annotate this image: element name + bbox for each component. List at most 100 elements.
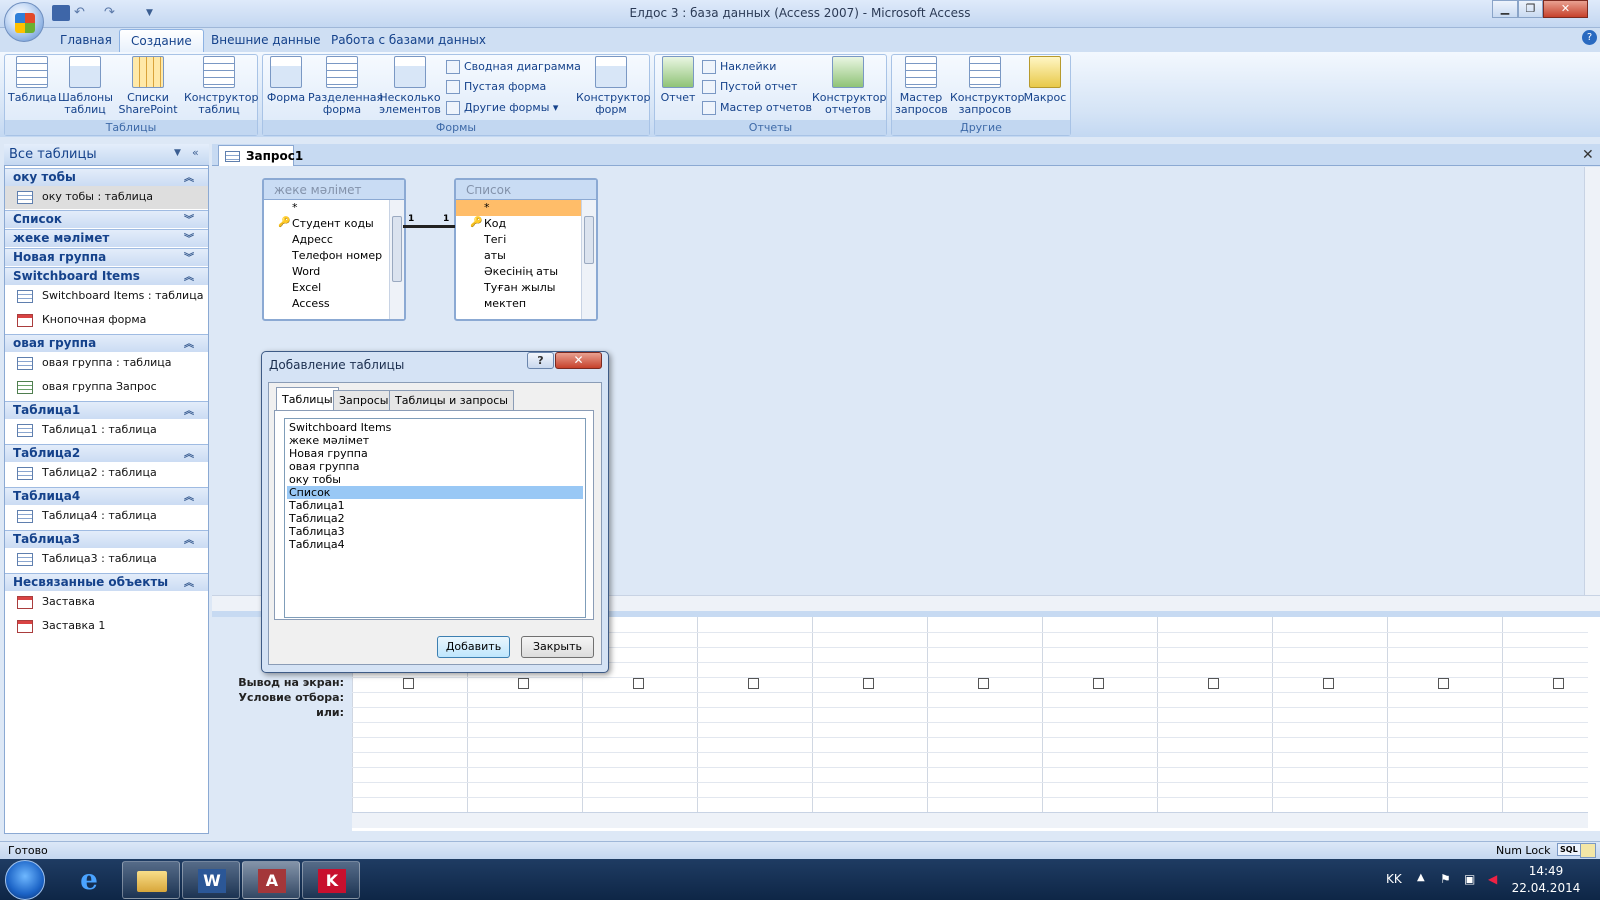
dialog-tab-tables[interactable]: Таблицы [276,387,339,411]
chevron-down-icon[interactable]: ▼ [174,148,181,158]
scroll-thumb[interactable] [392,216,402,282]
upper-pane-vertical-scrollbar[interactable] [1584,167,1600,595]
field-item[interactable]: * [456,200,596,216]
field-item[interactable]: Access [264,296,404,312]
field-item[interactable]: Word [264,264,404,280]
show-hidden-icons-icon[interactable]: ▲ [1417,872,1425,883]
multiple-items-button[interactable]: Несколько элементов [378,56,442,116]
tab-create[interactable]: Создание [119,29,204,52]
volume-muted-icon[interactable]: ◀ [1488,872,1497,886]
dialog-tab-queries[interactable]: Запросы [333,390,395,410]
nav-item[interactable]: Кнопочная форма [5,309,208,332]
nav-item[interactable]: Таблица4 : таблица [5,505,208,528]
internet-explorer-icon[interactable]: e [72,864,106,896]
list-item[interactable]: Таблица2 [287,512,583,525]
labels-button[interactable]: Наклейки [702,58,776,76]
scroll-thumb[interactable] [584,216,594,264]
sql-view-button[interactable]: SQL [1557,843,1581,856]
field-item[interactable]: Әкесінің аты [456,264,596,280]
list-item[interactable]: Таблица1 [287,499,583,512]
report-wizard-button[interactable]: Мастер отчетов [702,99,812,117]
word-taskbar-button[interactable]: W [182,861,240,899]
show-checkbox[interactable] [1323,678,1334,689]
query-wizard-button[interactable]: Мастер запросов [895,56,948,116]
minimize-button[interactable]: ▁ [1492,0,1518,18]
split-form-button[interactable]: Разделенная форма [308,56,383,116]
add-button[interactable]: Добавить [437,636,510,658]
nav-item[interactable]: Заставка [5,591,208,614]
more-forms-button[interactable]: Другие формы ▾ [446,99,558,117]
dialog-help-button[interactable]: ? [527,352,554,369]
field-item[interactable]: аты [456,248,596,264]
document-tab[interactable]: Запрос1 [218,145,303,166]
table-button[interactable]: Таблица [8,56,57,104]
list-item[interactable]: Switchboard Items [287,421,583,434]
relationship-line[interactable] [403,225,455,228]
show-checkbox[interactable] [748,678,759,689]
field-item[interactable]: Тегі [456,232,596,248]
tab-database-tools[interactable]: Работа с базами данных [320,29,497,52]
nav-group[interactable]: Несвязанные объекты ︽ [5,573,208,591]
show-checkbox[interactable] [1208,678,1219,689]
nav-item[interactable]: оку тобы : таблица [5,186,208,209]
help-icon[interactable]: ? [1582,30,1597,45]
blank-form-button[interactable]: Пустая форма [446,78,546,96]
pivot-chart-button[interactable]: Сводная диаграмма [446,58,581,76]
field-item[interactable]: Адресс [264,232,404,248]
table-listbox[interactable]: Switchboard Items жеке мәлімет Новая гру… [284,418,586,618]
show-checkbox[interactable] [863,678,874,689]
nav-group[interactable]: Switchboard Items ︽ [5,267,208,285]
field-item[interactable]: 🔑 Студент коды [264,216,404,232]
field-item[interactable]: мектеп [456,296,596,312]
report-design-button[interactable]: Конструктор отчетов [812,56,886,116]
show-checkbox[interactable] [1553,678,1564,689]
nav-item[interactable]: Таблица3 : таблица [5,548,208,571]
action-center-flag-icon[interactable]: ⚑ [1440,872,1451,886]
report-button[interactable]: Отчет [658,56,698,104]
shutter-bar-close-icon[interactable]: « [192,146,199,159]
dialog-close-button[interactable]: ✕ [555,352,602,369]
field-list-window[interactable]: жеке мәлімет * 🔑 Студент коды Адресс Теле… [262,178,406,321]
nav-item[interactable]: Таблица2 : таблица [5,462,208,485]
show-checkbox[interactable] [978,678,989,689]
field-item[interactable]: Excel [264,280,404,296]
field-item[interactable]: Туған жылы [456,280,596,296]
list-item[interactable]: жеке мәлімет [287,434,583,447]
macro-button[interactable]: Макрос [1022,56,1068,104]
office-button[interactable] [4,2,44,42]
nav-item[interactable]: овая группа Запрос [5,376,208,399]
field-item[interactable]: Телефон номер [264,248,404,264]
tab-home[interactable]: Главная [49,29,123,52]
close-window-button[interactable]: ✕ [1543,0,1588,18]
form-design-button[interactable]: Конструктор форм [576,56,650,116]
nav-group[interactable]: оку тобы ︽ [5,168,208,186]
tab-external-data[interactable]: Внешние данные [200,29,331,52]
sharepoint-lists-button[interactable]: Списки SharePoint [114,56,182,116]
nav-group[interactable]: Таблица2 ︽ [5,444,208,462]
form-button[interactable]: Форма [266,56,306,104]
access-taskbar-button[interactable]: A [242,861,300,899]
field-list-scrollbar[interactable] [389,200,404,319]
nav-group[interactable]: Таблица4 ︽ [5,487,208,505]
show-checkbox[interactable] [518,678,529,689]
list-item-selected[interactable]: Список [287,486,583,499]
kaspersky-taskbar-button[interactable]: K [302,861,360,899]
maximize-button[interactable]: ❐ [1518,0,1543,18]
list-item[interactable]: Новая группа [287,447,583,460]
show-checkbox[interactable] [633,678,644,689]
explorer-taskbar-button[interactable] [122,861,180,899]
nav-group[interactable]: Новая группа ︾ [5,248,208,266]
query-design-button[interactable]: Конструктор запросов [950,56,1024,116]
list-item[interactable]: Таблица3 [287,525,583,538]
design-view-icon[interactable] [1580,843,1596,858]
field-item[interactable]: 🔑 Код [456,216,596,232]
table-design-button[interactable]: Конструктор таблиц [184,56,258,116]
field-list-window[interactable]: Список * 🔑 Код Тегі аты Әкесінің аты Туға… [454,178,598,321]
blank-report-button[interactable]: Пустой отчет [702,78,797,96]
field-list-scrollbar[interactable] [581,200,596,319]
nav-group[interactable]: Список ︾ [5,210,208,228]
nav-group[interactable]: жеке мәлімет ︾ [5,229,208,247]
network-icon[interactable]: ▣ [1464,872,1475,886]
close-button[interactable]: Закрыть [521,636,594,658]
show-checkbox[interactable] [1093,678,1104,689]
